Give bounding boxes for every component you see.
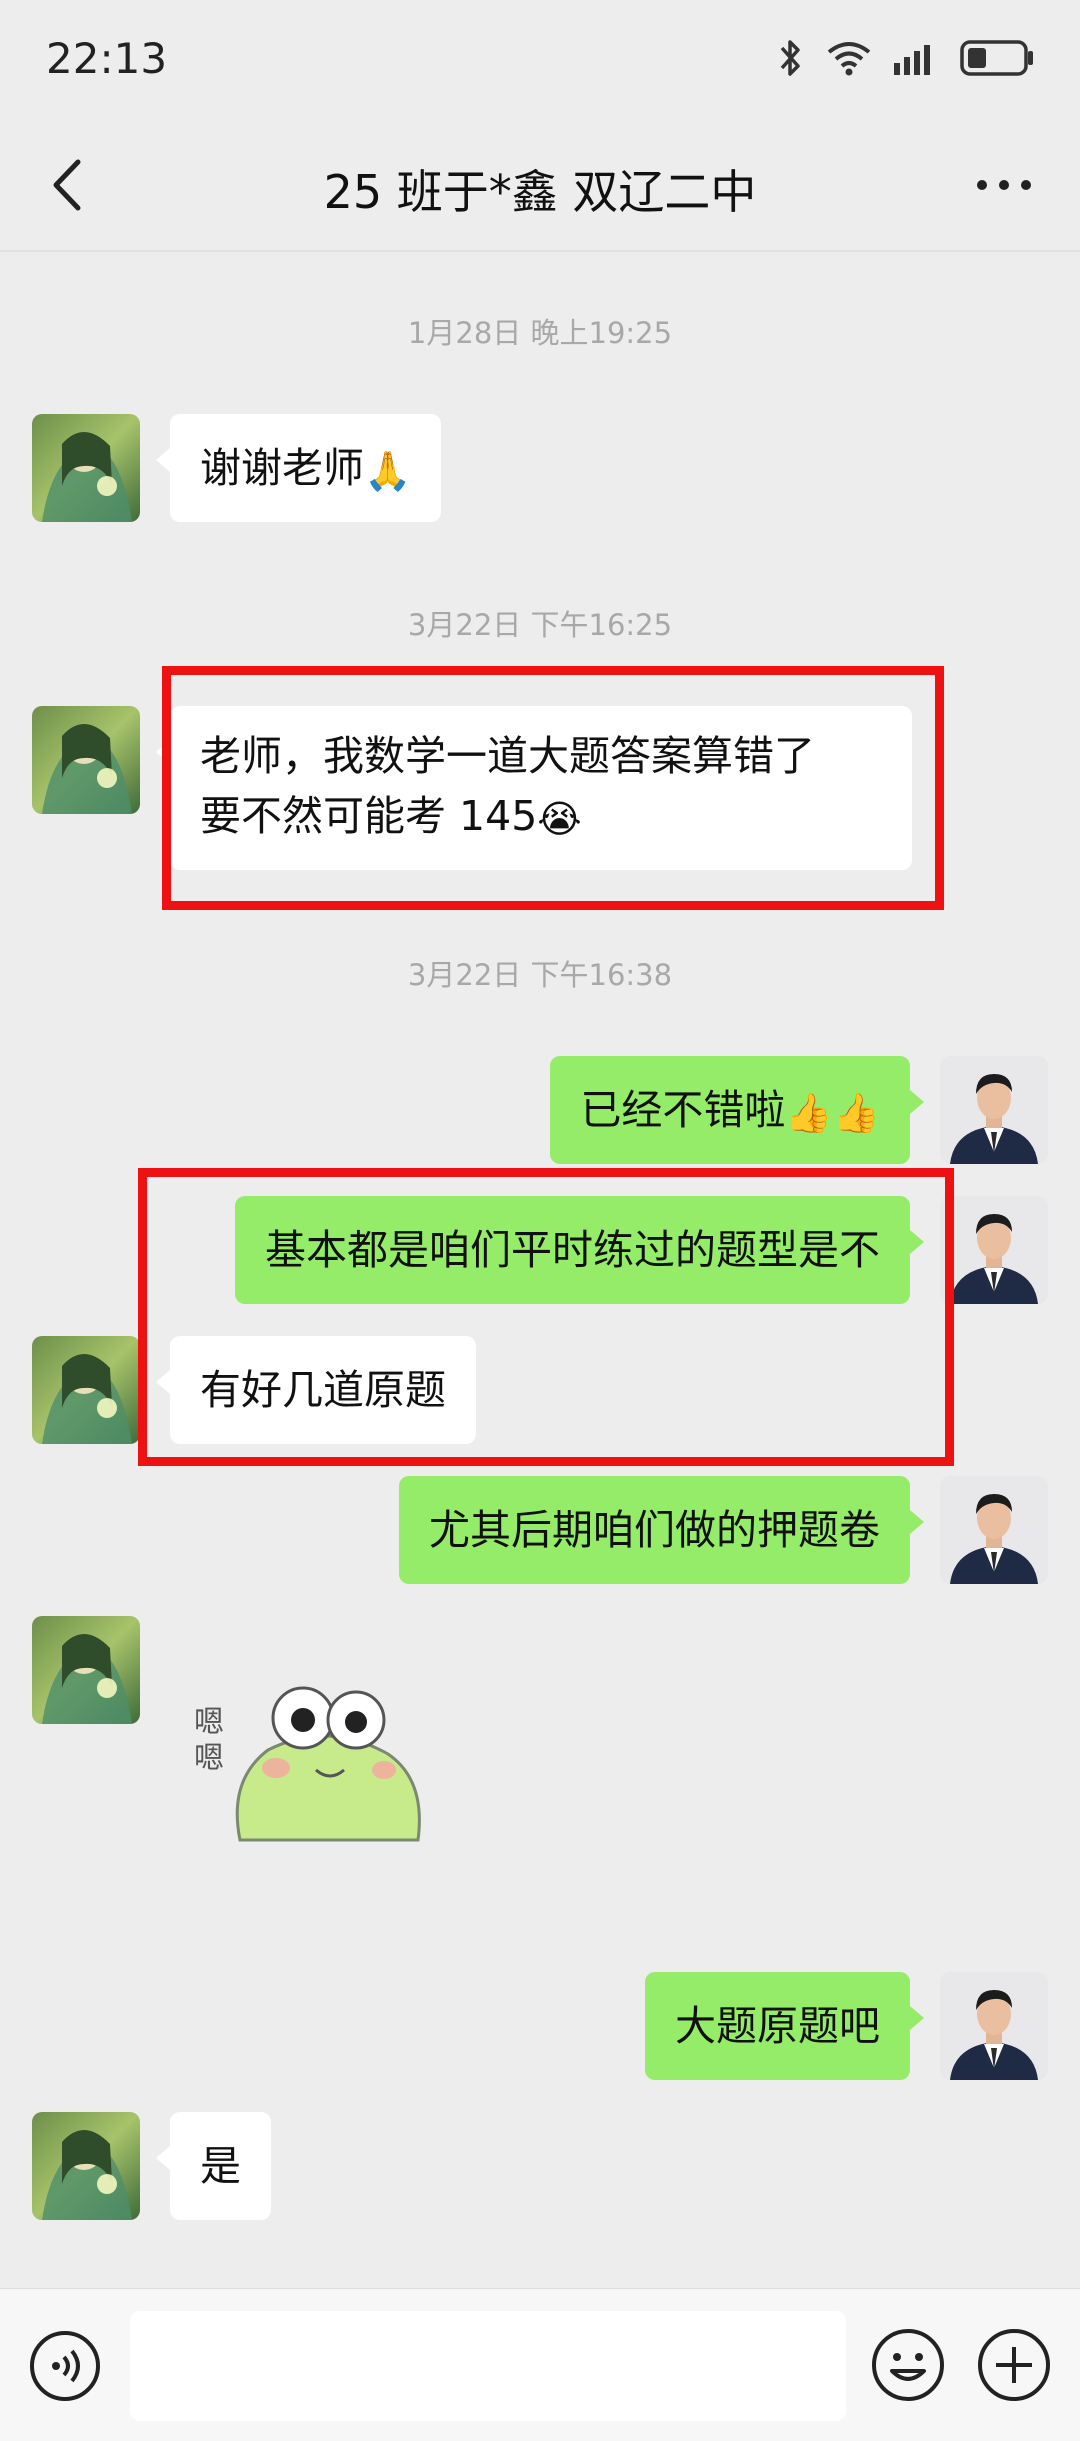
highlight-box xyxy=(138,1168,954,1466)
timestamp: 3月22日 下午16:25 xyxy=(407,608,673,642)
header-divider xyxy=(0,250,1080,252)
contact-avatar[interactable] xyxy=(32,1616,140,1724)
my-avatar[interactable] xyxy=(940,1972,1048,2080)
status-bar: 22:13 xyxy=(0,0,1080,120)
message-bubble[interactable]: 已经不错啦👍👍 xyxy=(550,1056,924,1164)
chat-header: 25 班于*鑫 双辽二中 xyxy=(0,120,1080,250)
message-text: 大题原题吧 xyxy=(675,2002,880,2050)
message-text: 是 xyxy=(200,2142,241,2190)
message-text: 谢谢老师 xyxy=(200,444,364,492)
message-bubble[interactable]: 是 xyxy=(156,2112,271,2220)
sticker-text-1: 嗯 xyxy=(194,1705,224,1740)
emoji-icon[interactable] xyxy=(870,2327,946,2403)
more-dots-icon[interactable] xyxy=(954,150,1054,220)
message-text: 尤其后期咱们做的押题卷 xyxy=(429,1506,880,1554)
message-emoji: 👍👍 xyxy=(785,1091,880,1135)
timestamp: 3月22日 下午16:38 xyxy=(407,958,673,992)
message-bubble[interactable]: 大题原题吧 xyxy=(645,1972,924,2080)
my-avatar[interactable] xyxy=(940,1056,1048,1164)
voice-icon[interactable] xyxy=(28,2329,102,2403)
frog-sticker[interactable]: 嗯 嗯 xyxy=(188,1670,448,1860)
wifi-icon xyxy=(827,42,871,76)
signal-icon xyxy=(894,45,930,75)
plus-icon[interactable] xyxy=(976,2327,1052,2403)
contact-avatar[interactable] xyxy=(32,706,140,814)
contact-avatar[interactable] xyxy=(32,1336,140,1444)
timestamp: 1月28日 晚上19:25 xyxy=(407,316,673,350)
status-time: 22:13 xyxy=(46,34,168,83)
message-bubble[interactable]: 谢谢老师🙏 xyxy=(155,414,442,522)
contact-avatar[interactable] xyxy=(32,414,140,522)
status-icons xyxy=(778,38,1036,78)
contact-avatar[interactable] xyxy=(32,2112,140,2220)
highlight-box xyxy=(162,666,944,910)
my-avatar[interactable] xyxy=(940,1476,1048,1584)
bluetooth-icon xyxy=(780,40,800,76)
message-input[interactable] xyxy=(130,2311,846,2421)
sticker-text-2: 嗯 xyxy=(194,1741,224,1776)
message-text: 已经不错啦 xyxy=(580,1086,786,1134)
message-emoji: 🙏 xyxy=(364,449,412,493)
battery-icon xyxy=(960,40,1033,76)
chat-title: 25 班于*鑫 双辽二中 xyxy=(323,165,757,219)
message-bubble[interactable]: 尤其后期咱们做的押题卷 xyxy=(399,1476,924,1584)
input-bar xyxy=(0,2288,1080,2441)
my-avatar[interactable] xyxy=(940,1196,1048,1304)
